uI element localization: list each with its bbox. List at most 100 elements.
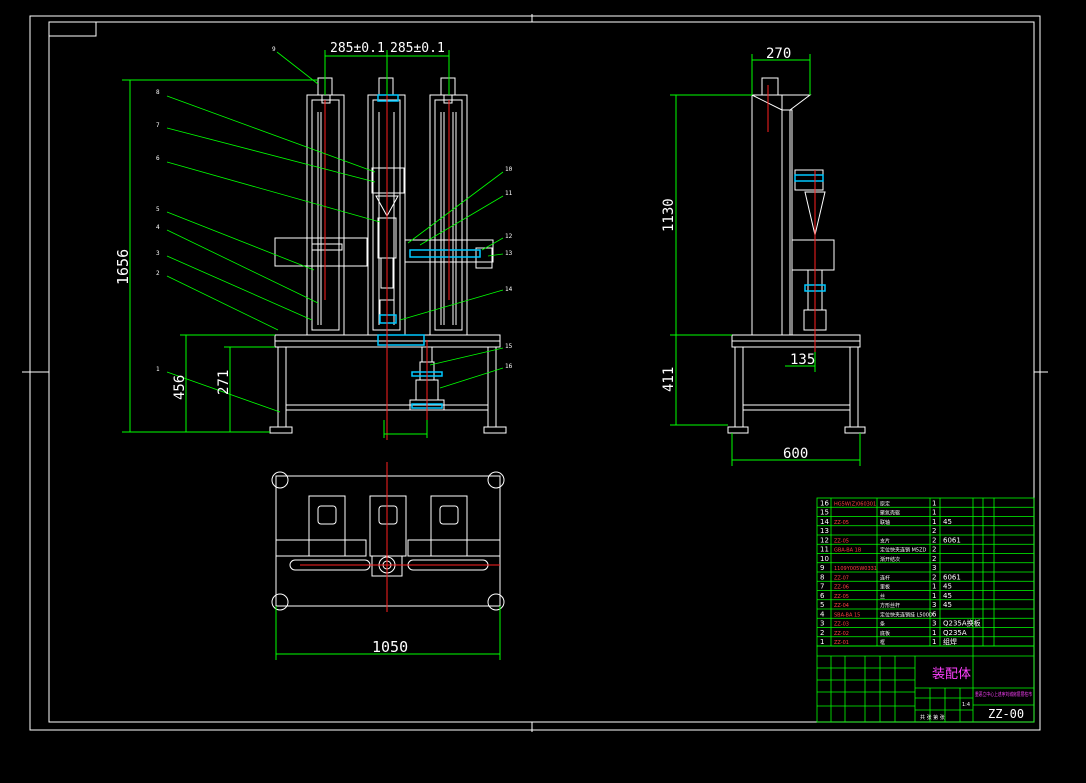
sheet-info: 共 张 第 张 (920, 714, 945, 721)
company-name: 重恶立中心上述序刘城房层层柱市 (975, 691, 1032, 698)
bom-cell-code: ZZ-07 (834, 575, 849, 581)
dim-270: 270 (766, 46, 791, 62)
bom-cell-mat: 45 (943, 601, 952, 609)
dim-456: 456 (172, 375, 188, 400)
bom-cell-mat: 45 (943, 518, 952, 526)
balloon-4: 4 (156, 224, 160, 231)
bom-cell-qty: 1 (932, 509, 936, 517)
bom-cell-no: 14 (820, 518, 829, 526)
bom-cell-no: 13 (820, 527, 829, 535)
bom-cell-name: 聚氮壳驱 (880, 510, 900, 517)
bom-cell-qty: 1 (932, 638, 936, 646)
bom-cell-name: 定位快夹连销挂 L500D (880, 611, 933, 618)
balloon-1: 1 (156, 366, 160, 373)
bom-cell-qty: 1 (932, 592, 936, 600)
bom-cell-name: 里板 (880, 584, 890, 591)
drawing-title: 装配体 (932, 667, 971, 682)
bom-cell-code: GBA-BA 1B (834, 548, 862, 554)
drawing-number: ZZ-00 (988, 707, 1024, 721)
dim-411: 411 (661, 367, 677, 392)
bom-cell-no: 6 (820, 592, 825, 600)
bom-cell-no: 7 (820, 583, 824, 591)
bom-cell-no: 4 (820, 610, 825, 618)
bom-cell-mat: 6061 (943, 573, 961, 581)
bom-cell-code: ZZ-05 (834, 520, 849, 526)
dim-285-right: 285±0.1 (390, 41, 445, 56)
dim-600: 600 (783, 446, 808, 462)
dim-1050: 1050 (372, 638, 408, 656)
balloon-12: 12 (505, 233, 513, 240)
bom-cell-qty: 3 (932, 564, 936, 572)
balloon-9: 9 (272, 46, 276, 53)
bom-cell-code: ZZ-01 (834, 640, 849, 646)
bom-cell-no: 9 (820, 564, 824, 572)
bom-cell-mat: 6061 (943, 536, 961, 544)
bom-cell-qty: 2 (932, 573, 936, 581)
bom-cell-no: 3 (820, 620, 824, 628)
bom-cell-code: ZZ-02 (834, 631, 849, 637)
bom-cell-name: 丝 (880, 593, 885, 600)
bom-cell-no: 11 (820, 546, 829, 554)
scale-value: 1:4 (962, 702, 970, 708)
balloon-2: 2 (156, 270, 160, 277)
bom-cell-name: 连杆 (880, 574, 890, 581)
bom-cell-code: ZZ-03 (834, 622, 849, 628)
dim-1130: 1130 (661, 198, 677, 232)
balloon-5: 5 (156, 206, 160, 213)
bom-cell-mat: 组焊 (943, 637, 957, 646)
bom-cell-qty: 2 (932, 536, 936, 544)
bom-cell-name: 联轴 (880, 519, 890, 526)
bom-cell-qty: 1 (932, 518, 936, 526)
balloon-7: 7 (156, 122, 160, 129)
bom-cell-code: ZZ-05 (834, 594, 849, 600)
balloon-3: 3 (156, 250, 160, 257)
bom-cell-mat: 45 (943, 583, 952, 591)
bom-cell-name: 定位快夹连销 M5ZD (880, 547, 927, 554)
bom-cell-qty: 2 (932, 527, 936, 535)
bom-cell-no: 15 (820, 509, 829, 517)
bom-cell-qty: 2 (932, 555, 936, 563)
bom-cell-code: SBA-BA 15 (834, 612, 860, 618)
bom-cell-qty: 1 (932, 583, 936, 591)
dim-135: 135 (790, 352, 815, 368)
balloon-14: 14 (505, 286, 513, 293)
bom-cell-qty: 6 (932, 610, 937, 618)
bom-cell-code: ZZ-06 (834, 585, 849, 591)
balloon-16: 16 (505, 363, 513, 370)
bom-cell-name: 底板 (880, 630, 890, 637)
bom-cell-code: ZZ-04 (834, 603, 849, 609)
bom-cell-name: 支片 (880, 537, 890, 544)
bom-cell-name: 条 (880, 621, 885, 628)
bom-cell-code: 1109Y005W0331 (834, 566, 877, 572)
bom-cell-no: 12 (820, 536, 829, 544)
bom-cell-no: 1 (820, 638, 824, 646)
balloon-13: 13 (505, 250, 513, 257)
bom-cell-mat: Q235A换板 (943, 619, 981, 628)
balloon-15: 15 (505, 343, 513, 350)
cad-drawing: 285±0.1 285±0.1 1656 456 271 9 8 7 6 5 4… (0, 0, 1086, 783)
bom-cell-qty: 2 (932, 546, 936, 554)
bom-cell-no: 16 (820, 499, 829, 507)
dim-271: 271 (216, 370, 232, 395)
bom-cell-qty: 1 (932, 499, 936, 507)
dim-285-left: 285±0.1 (330, 41, 385, 56)
bom-cell-code: ZZ-05 (834, 538, 849, 544)
bom-cell-mat: 45 (943, 592, 952, 600)
bom-cell-mat: Q235A (943, 629, 967, 637)
dim-1656: 1656 (114, 249, 132, 285)
balloon-11: 11 (505, 190, 513, 197)
bom-cell-code: HG5W(Z)060301 (834, 501, 876, 507)
balloon-8: 8 (156, 89, 160, 96)
bom-cell-name: 框 (880, 639, 885, 646)
bom-cell-name: 原定 (880, 500, 890, 507)
bom-cell-name: 渐开结次 (880, 556, 900, 563)
balloon-10: 10 (505, 166, 513, 173)
bom-cell-no: 5 (820, 601, 824, 609)
bom-cell-name: 方形丝杆 (880, 602, 900, 609)
bom-cell-qty: 1 (932, 629, 936, 637)
bom-cell-qty: 3 (932, 620, 936, 628)
bom-cell-no: 10 (820, 555, 829, 563)
balloon-6: 6 (156, 155, 160, 162)
bom-cell-no: 8 (820, 573, 824, 581)
bom-cell-no: 2 (820, 629, 824, 637)
